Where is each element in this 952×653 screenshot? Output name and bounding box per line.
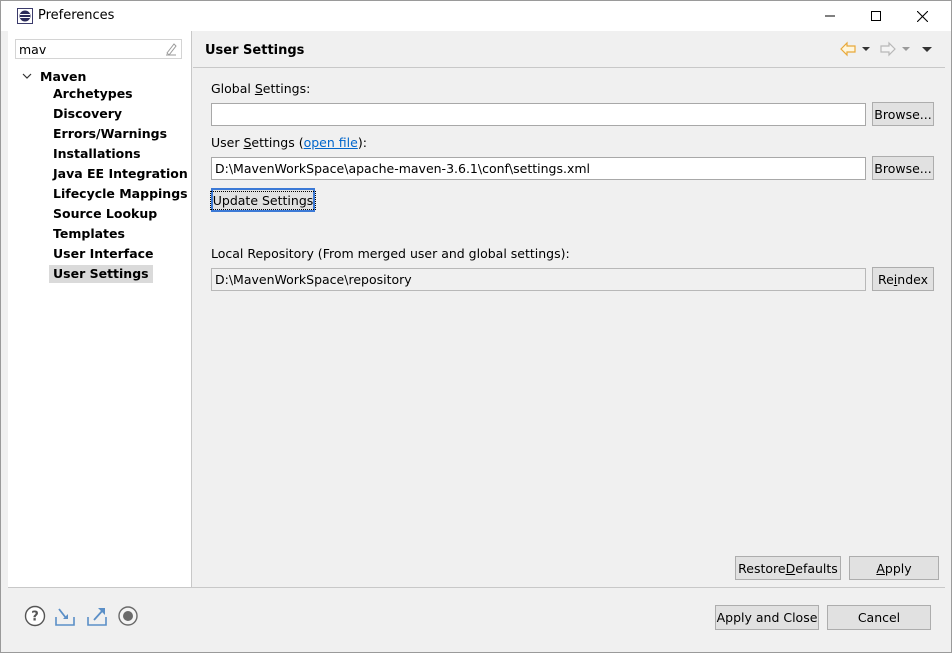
global-settings-label-mnemonic: S bbox=[254, 81, 263, 96]
user-settings-label-text-1: User bbox=[211, 135, 244, 150]
tree-item-errors-warnings[interactable]: Errors/Warnings bbox=[49, 125, 171, 143]
tree-node-maven[interactable]: Maven bbox=[20, 67, 86, 85]
preference-page: User Settings Global Settings: Browse...… bbox=[193, 31, 945, 587]
cancel-button[interactable]: Cancel bbox=[827, 605, 931, 630]
tree-item-installations[interactable]: Installations bbox=[49, 145, 145, 163]
forward-arrow-icon[interactable] bbox=[879, 41, 897, 57]
apply-mnemonic: A bbox=[876, 560, 885, 576]
tree-node-maven-label: Maven bbox=[40, 68, 87, 84]
user-browse-button[interactable]: Browse... bbox=[872, 156, 934, 180]
back-arrow-icon[interactable] bbox=[839, 41, 857, 57]
update-settings-button-label: Update Settings bbox=[209, 190, 317, 210]
global-browse-button[interactable]: Browse... bbox=[872, 102, 934, 126]
tree-item-user-interface[interactable]: User Interface bbox=[49, 245, 158, 263]
export-icon[interactable] bbox=[86, 605, 108, 627]
close-icon bbox=[916, 10, 928, 22]
title-bar: Preferences bbox=[1, 1, 951, 31]
clear-filter-icon[interactable] bbox=[164, 42, 178, 56]
minimize-button[interactable] bbox=[807, 1, 853, 31]
user-settings-field[interactable]: D:\MavenWorkSpace\apache-maven-3.6.1\con… bbox=[211, 157, 866, 180]
reindex-button[interactable]: Re i ndex bbox=[872, 267, 934, 291]
apply-and-close-button[interactable]: Apply and Close bbox=[715, 605, 819, 630]
reindex-label-2: ndex bbox=[897, 271, 929, 287]
tree-item-user-settings[interactable]: User Settings bbox=[49, 265, 153, 283]
view-menu-icon[interactable] bbox=[921, 41, 933, 57]
restore-defaults-mnemonic: D bbox=[785, 560, 796, 576]
forward-dropdown-icon[interactable] bbox=[901, 41, 911, 57]
tree-item-source-lookup[interactable]: Source Lookup bbox=[49, 205, 161, 223]
close-button[interactable] bbox=[899, 1, 945, 31]
bottom-divider bbox=[8, 587, 945, 588]
window-title: Preferences bbox=[38, 8, 115, 23]
maximize-icon bbox=[871, 11, 881, 21]
user-settings-label-text-3: ): bbox=[357, 135, 367, 150]
tree-item-java-ee-integration[interactable]: Java EE Integration bbox=[49, 165, 192, 183]
reindex-label-1: Re bbox=[877, 271, 894, 287]
preference-tree-panel: Maven Archetypes Discovery Errors/Warnin… bbox=[8, 31, 192, 587]
preferences-app-icon bbox=[17, 8, 33, 24]
filter-field[interactable] bbox=[15, 39, 182, 59]
restore-defaults-label-1: Restore bbox=[738, 560, 786, 576]
tree-item-archetypes[interactable]: Archetypes bbox=[49, 85, 137, 103]
apply-button[interactable]: Apply bbox=[849, 556, 939, 580]
tree-item-discovery[interactable]: Discovery bbox=[49, 105, 126, 123]
restore-defaults-label-2: efaults bbox=[795, 560, 838, 576]
global-settings-label: Global Settings: bbox=[211, 81, 310, 96]
help-icon[interactable]: ? bbox=[24, 605, 46, 627]
user-settings-label: User Settings (open file): bbox=[211, 135, 367, 150]
open-file-link[interactable]: open file bbox=[304, 135, 358, 150]
filter-input[interactable] bbox=[19, 41, 159, 57]
local-repository-label: Local Repository (From merged user and g… bbox=[211, 246, 570, 261]
apply-label: pply bbox=[884, 560, 912, 576]
page-title: User Settings bbox=[205, 43, 305, 58]
local-repository-field[interactable]: D:\MavenWorkSpace\repository bbox=[211, 268, 866, 291]
page-header: User Settings bbox=[193, 31, 945, 68]
global-settings-label-text-1: Global bbox=[211, 81, 255, 96]
global-settings-label-text-2: ettings: bbox=[262, 81, 311, 96]
svg-text:?: ? bbox=[31, 610, 39, 625]
restore-defaults-button[interactable]: Restore Defaults bbox=[735, 556, 841, 580]
record-icon[interactable] bbox=[117, 605, 139, 627]
maximize-button[interactable] bbox=[853, 1, 899, 31]
global-settings-field[interactable] bbox=[211, 103, 866, 126]
preferences-window: Preferences Maven Archetypes Discovery bbox=[0, 0, 952, 653]
user-settings-label-text-2: ettings ( bbox=[251, 135, 304, 150]
minimize-icon bbox=[825, 15, 835, 17]
update-settings-button[interactable]: Update Settings bbox=[209, 188, 317, 212]
back-dropdown-icon[interactable] bbox=[861, 41, 871, 57]
chevron-down-icon[interactable] bbox=[20, 69, 34, 83]
import-icon[interactable] bbox=[54, 605, 76, 627]
tree-item-lifecycle-mappings[interactable]: Lifecycle Mappings bbox=[49, 185, 192, 203]
tree-item-templates[interactable]: Templates bbox=[49, 225, 129, 243]
